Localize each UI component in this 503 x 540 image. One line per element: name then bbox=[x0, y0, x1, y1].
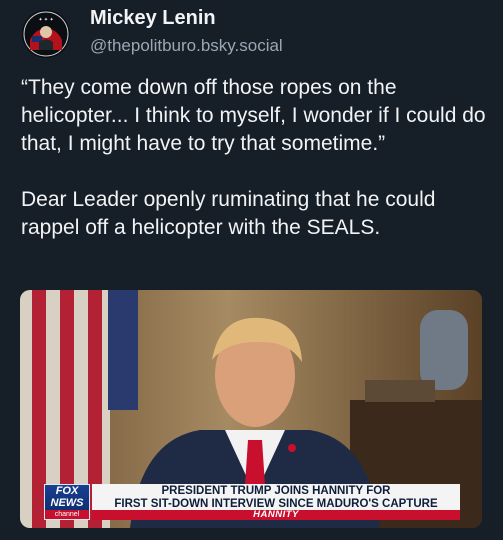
svg-text:✦ ✦ ✦: ✦ ✦ ✦ bbox=[38, 17, 53, 23]
logo-news-text: NEWS bbox=[50, 497, 84, 509]
author-display-name[interactable]: Mickey Lenin bbox=[90, 7, 216, 30]
post-quote-paragraph: “They come down off those ropes on the h… bbox=[21, 76, 486, 155]
news-chyron: FOX NEWS channel PRESIDENT TRUMP JOINS H… bbox=[44, 484, 460, 520]
post-card: ✦ ✦ ✦ Mickey Lenin @thepolitburo.bsky.so… bbox=[0, 0, 503, 540]
post-body: “They come down off those ropes on the h… bbox=[21, 74, 491, 242]
author-handle[interactable]: @thepolitburo.bsky.social bbox=[90, 36, 283, 56]
avatar-image: ✦ ✦ ✦ bbox=[22, 10, 70, 58]
post-image[interactable]: FOX NEWS channel PRESIDENT TRUMP JOINS H… bbox=[20, 290, 482, 528]
fox-news-logo: FOX NEWS channel bbox=[44, 484, 90, 520]
chyron-headline-line1: PRESIDENT TRUMP JOINS HANNITY FOR bbox=[161, 485, 391, 497]
logo-channel-text: channel bbox=[45, 510, 89, 519]
chyron-headline: PRESIDENT TRUMP JOINS HANNITY FOR FIRST … bbox=[92, 484, 460, 510]
avatar[interactable]: ✦ ✦ ✦ bbox=[22, 10, 70, 58]
chyron-show-name: HANNITY bbox=[92, 510, 460, 520]
post-comment-paragraph: Dear Leader openly ruminating that he co… bbox=[21, 188, 436, 239]
logo-fox-text: FOX bbox=[55, 485, 79, 497]
